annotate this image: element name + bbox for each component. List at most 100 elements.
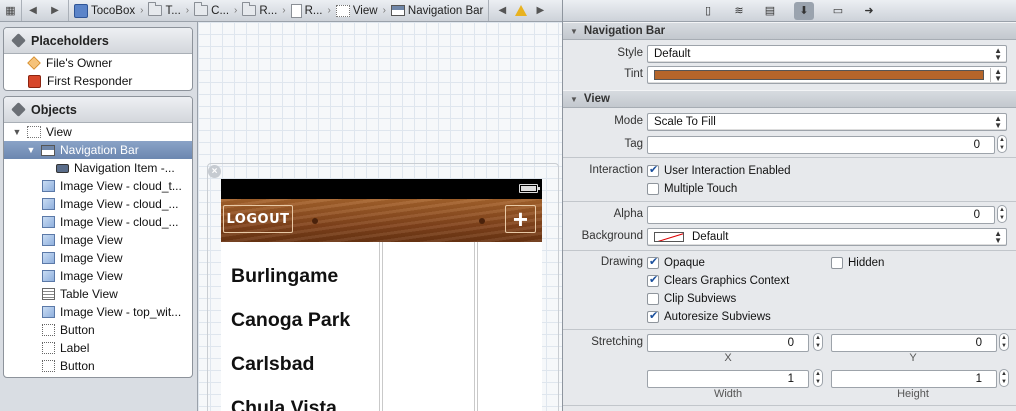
tree-item-label: Image View	[60, 269, 123, 283]
breadcrumb-folder-1[interactable]: T...	[145, 2, 183, 17]
user-interaction-checkbox[interactable]	[647, 163, 659, 177]
warning-icon[interactable]	[513, 5, 529, 16]
tint-color-well[interactable]: ▲ ▼	[647, 66, 1007, 84]
divider	[488, 0, 490, 21]
files-owner-icon	[27, 56, 41, 70]
checkbox-label: Autoresize Subviews	[664, 311, 771, 323]
stretch-width-stepper[interactable]: ▲ ▼	[813, 369, 823, 387]
autoresize-subviews-checkbox[interactable]	[647, 309, 659, 323]
stretch-height-field[interactable]: 1	[831, 370, 997, 388]
quick-help-icon[interactable]: ≋	[732, 4, 746, 18]
alpha-field[interactable]: 0	[647, 206, 995, 224]
size-inspector-icon[interactable]: ▭	[831, 4, 845, 18]
opaque-checkbox[interactable]	[647, 255, 659, 269]
tree-item-button[interactable]: Button	[4, 321, 192, 339]
navigation-bar-icon	[41, 144, 55, 156]
clears-graphics-checkbox[interactable]	[647, 273, 659, 287]
previous-issue-icon[interactable]: ◀	[491, 5, 513, 16]
tree-item-image-view[interactable]: Image View	[4, 267, 192, 285]
city-cell[interactable]: Chula Vista	[231, 397, 337, 411]
related-items-icon[interactable]: ▦	[0, 0, 22, 21]
tree-item-navigation-item[interactable]: Navigation Item -...	[4, 159, 192, 177]
tag-stepper[interactable]: ▲ ▼	[997, 135, 1007, 153]
tree-item-table-view[interactable]: Table View	[4, 285, 192, 303]
tree-item-image-view[interactable]: Image View	[4, 249, 192, 267]
stretch-height-stepper[interactable]: ▲ ▼	[999, 369, 1009, 387]
disclosure-triangle-icon[interactable]: ▼	[570, 27, 578, 36]
tree-item-button[interactable]: Button	[4, 357, 192, 375]
clip-subviews-checkbox-row[interactable]: Clip Subviews	[647, 291, 736, 307]
attributes-inspector-icon[interactable]: ⬇	[794, 1, 814, 20]
breadcrumb-project[interactable]: TocoBox	[71, 3, 138, 18]
breadcrumb-folder-2[interactable]: C...	[191, 2, 232, 17]
breadcrumb-navigation-bar[interactable]: Navigation Bar	[388, 5, 486, 17]
stretch-x-field[interactable]: 0	[647, 334, 809, 352]
identity-inspector-icon[interactable]: ▤	[763, 4, 777, 18]
navigation-bar[interactable]: LOGOUT +	[221, 199, 542, 242]
tree-item-label[interactable]: Label	[4, 339, 192, 357]
style-popup[interactable]: Default ▲ ▼	[647, 45, 1007, 63]
logout-button[interactable]: LOGOUT	[223, 205, 293, 233]
close-scene-icon[interactable]: ×	[208, 165, 221, 178]
connections-inspector-icon[interactable]: ➜	[862, 4, 876, 18]
clip-subviews-checkbox[interactable]	[647, 293, 659, 305]
tree-item-image-view[interactable]: Image View - cloud_t...	[4, 177, 192, 195]
forward-arrow-icon[interactable]: ▶	[44, 5, 66, 16]
disclosure-triangle-icon[interactable]: ▼	[12, 127, 22, 137]
y-caption: Y	[909, 352, 917, 364]
disclosure-triangle-icon[interactable]: ▼	[570, 95, 578, 104]
files-owner-item[interactable]: File's Owner	[4, 54, 192, 72]
image-view-icon	[42, 216, 55, 228]
project-icon	[74, 3, 88, 18]
breadcrumb-view[interactable]: View	[333, 4, 381, 17]
tree-item-label: Image View - cloud_...	[60, 197, 179, 211]
placeholders-header: Placeholders	[4, 28, 192, 54]
multiple-touch-checkbox-row[interactable]: Multiple Touch	[647, 181, 737, 197]
breadcrumb-folder-3[interactable]: R...	[239, 2, 280, 17]
checkbox-label: Clears Graphics Context	[664, 275, 790, 287]
column-divider	[379, 242, 380, 411]
tree-item-image-view[interactable]: Image View - cloud_...	[4, 213, 192, 231]
checkbox-label: Clip Subviews	[664, 293, 737, 305]
alpha-stepper[interactable]: ▲ ▼	[997, 205, 1007, 223]
tag-field[interactable]: 0	[647, 136, 995, 154]
file-inspector-icon[interactable]: ▯	[701, 4, 715, 18]
view-section-header[interactable]: ▼ View	[563, 90, 1016, 108]
device-screen[interactable]: LOGOUT + Burlingame Canoga Park Carlsbad…	[221, 179, 542, 411]
navigation-bar-section-header[interactable]: ▼ Navigation Bar	[563, 22, 1016, 40]
city-cell[interactable]: Carlsbad	[231, 353, 314, 376]
hidden-checkbox[interactable]	[831, 257, 843, 269]
stretch-x-stepper[interactable]: ▲ ▼	[813, 333, 823, 351]
popup-arrows-icon: ▲ ▼	[990, 68, 1002, 83]
autoresize-subviews-checkbox-row[interactable]: Autoresize Subviews	[647, 309, 771, 325]
opaque-checkbox-row[interactable]: Opaque	[647, 255, 705, 271]
user-interaction-checkbox-row[interactable]: User Interaction Enabled	[647, 163, 791, 179]
city-cell[interactable]: Canoga Park	[231, 309, 350, 332]
tree-item-image-view[interactable]: Image View - top_wit...	[4, 303, 192, 321]
tree-item-view[interactable]: ▼ View	[4, 123, 192, 141]
hidden-checkbox-row[interactable]: Hidden	[831, 255, 884, 271]
next-issue-icon[interactable]: ▶	[529, 5, 551, 16]
stretch-y-field[interactable]: 0	[831, 334, 997, 352]
back-arrow-icon[interactable]: ◀	[22, 5, 44, 16]
disclosure-triangle-icon[interactable]: ▼	[26, 145, 36, 155]
breadcrumb-label: View	[352, 4, 378, 17]
city-cell[interactable]: Burlingame	[231, 265, 338, 288]
first-responder-item[interactable]: First Responder	[4, 72, 192, 90]
tree-item-label: Image View	[60, 233, 123, 247]
stretch-width-field[interactable]: 1	[647, 370, 809, 388]
add-button[interactable]: +	[505, 205, 536, 233]
tree-item-image-view[interactable]: Image View - cloud_...	[4, 195, 192, 213]
tree-item-image-view[interactable]: Image View	[4, 231, 192, 249]
multiple-touch-checkbox[interactable]	[647, 183, 659, 195]
breadcrumb-file[interactable]: R...	[288, 3, 326, 18]
stretch-y-stepper[interactable]: ▲ ▼	[999, 333, 1009, 351]
table-view[interactable]: Burlingame Canoga Park Carlsbad Chula Vi…	[221, 242, 542, 411]
storyboard-canvas[interactable]: × LOGOUT + Burlingame Canoga Park Carlsb…	[197, 22, 562, 411]
background-popup[interactable]: Default ▲ ▼	[647, 228, 1007, 246]
clears-graphics-checkbox-row[interactable]: Clears Graphics Context	[647, 273, 789, 289]
tree-item-label: Navigation Item -...	[74, 161, 175, 175]
tree-item-navigation-bar[interactable]: ▼ Navigation Bar	[4, 141, 192, 159]
mode-popup[interactable]: Scale To Fill ▲ ▼	[647, 113, 1007, 131]
item-label: First Responder	[47, 74, 133, 88]
